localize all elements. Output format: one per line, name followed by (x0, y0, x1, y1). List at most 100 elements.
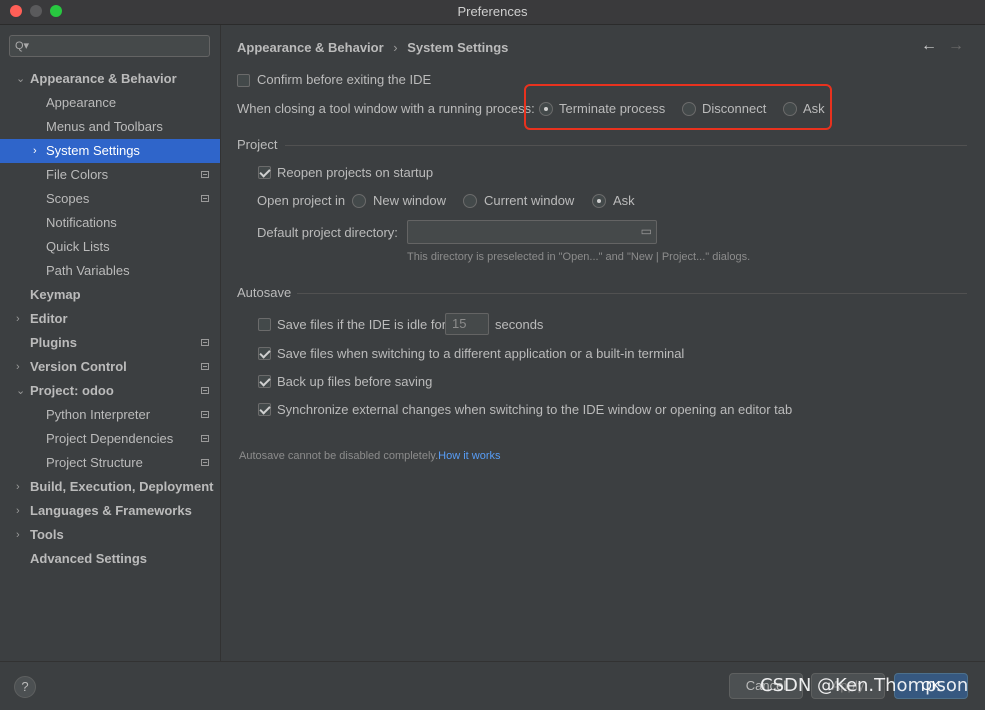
sidebar-item-keymap[interactable]: Keymap (0, 283, 220, 307)
ask-close-label: Ask (803, 101, 825, 116)
folder-icon[interactable]: ▭ (641, 224, 652, 238)
sidebar-item-label: Advanced Settings (30, 551, 148, 566)
sidebar-item-label: Editor (30, 311, 68, 326)
breadcrumb-parent[interactable]: Appearance & Behavior (237, 40, 384, 55)
sidebar-item-label: Tools (30, 527, 64, 542)
ask-close-radio[interactable] (783, 102, 797, 116)
save-switching-label: Save files when switching to a different… (277, 346, 685, 361)
sidebar-item-label: Appearance & Behavior (30, 71, 177, 86)
chevron-right-icon: › (33, 145, 37, 157)
reopen-projects-label: Reopen projects on startup (277, 165, 434, 180)
seconds-label: seconds (495, 317, 544, 332)
backup-files-checkbox[interactable] (258, 375, 271, 388)
confirm-exit-checkbox[interactable] (237, 74, 250, 87)
how-it-works-link[interactable]: How it works (438, 450, 500, 462)
terminate-process-label: Terminate process (559, 101, 666, 116)
sidebar-item-path-variables[interactable]: Path Variables (0, 259, 220, 283)
help-button[interactable]: ? (14, 676, 36, 698)
sidebar-item-file-colors[interactable]: File Colors (0, 163, 220, 187)
chevron-down-icon: ⌄ (16, 73, 26, 85)
search-input[interactable]: Q▾ (9, 35, 210, 57)
project-settings-icon (201, 411, 209, 418)
sidebar-item-label: Project Structure (46, 455, 143, 470)
sidebar-item-label: Build, Execution, Deployment (30, 479, 214, 494)
settings-sidebar: Q▾ ⌄ Appearance & Behavior Appearance Me… (0, 25, 221, 661)
sidebar-item-appearance[interactable]: Appearance (0, 91, 220, 115)
new-window-radio[interactable] (352, 194, 366, 208)
sidebar-item-tools[interactable]: › Tools (0, 523, 220, 547)
sidebar-item-label: Python Interpreter (46, 407, 151, 422)
current-window-label: Current window (484, 193, 575, 208)
reopen-projects-checkbox[interactable] (258, 166, 271, 179)
save-idle-label: Save files if the IDE is idle for (277, 317, 447, 332)
sidebar-item-label: Path Variables (46, 263, 130, 278)
default-directory-label: Default project directory: (257, 225, 398, 240)
watermark-text: CSDN @Ken.Thompson (760, 675, 969, 696)
sync-external-checkbox[interactable] (258, 403, 271, 416)
autosave-note: Autosave cannot be disabled completely.H… (239, 450, 501, 462)
autosave-section-title: Autosave (237, 285, 292, 300)
disconnect-radio[interactable] (682, 102, 696, 116)
section-divider (297, 293, 967, 294)
back-arrow-icon[interactable]: ← (921, 37, 937, 55)
save-idle-checkbox[interactable] (258, 318, 271, 331)
directory-hint: This directory is preselected in "Open..… (407, 251, 751, 263)
sidebar-item-quick-lists[interactable]: Quick Lists (0, 235, 220, 259)
chevron-right-icon: › (16, 361, 20, 373)
project-settings-icon (201, 435, 209, 442)
search-icon: Q▾ (15, 40, 30, 52)
breadcrumb-current: System Settings (407, 40, 509, 55)
chevron-right-icon: › (16, 313, 20, 325)
autosave-note-text: Autosave cannot be disabled completely. (239, 450, 439, 462)
forward-arrow-icon[interactable]: → (948, 37, 964, 55)
sidebar-item-advanced-settings[interactable]: Advanced Settings (0, 547, 220, 571)
default-directory-input[interactable]: ▭ (407, 220, 657, 244)
sidebar-item-project-dependencies[interactable]: Project Dependencies (0, 427, 220, 451)
sidebar-item-system-settings[interactable]: › System Settings (0, 139, 220, 163)
project-settings-icon (201, 195, 209, 202)
ask-open-radio[interactable] (592, 194, 606, 208)
ask-open-label: Ask (613, 193, 635, 208)
project-settings-icon (201, 171, 209, 178)
confirm-exit-label: Confirm before exiting the IDE (257, 72, 432, 87)
sidebar-item-project-structure[interactable]: Project Structure (0, 451, 220, 475)
sidebar-item-label: Plugins (30, 335, 77, 350)
sidebar-item-scopes[interactable]: Scopes (0, 187, 220, 211)
project-section-title: Project (237, 137, 278, 152)
sidebar-item-languages-frameworks[interactable]: › Languages & Frameworks (0, 499, 220, 523)
sidebar-item-label: Menus and Toolbars (46, 119, 163, 134)
sidebar-item-label: Appearance (46, 95, 117, 110)
sidebar-item-notifications[interactable]: Notifications (0, 211, 220, 235)
disconnect-label: Disconnect (702, 101, 767, 116)
chevron-right-icon: › (16, 505, 20, 517)
sidebar-item-label: Quick Lists (46, 239, 110, 254)
window-title: Preferences (457, 4, 528, 19)
sidebar-item-label: System Settings (46, 143, 140, 158)
sidebar-item-label: Version Control (30, 359, 127, 374)
save-switching-checkbox[interactable] (258, 347, 271, 360)
settings-panel: Appearance & Behavior › System Settings … (221, 25, 985, 661)
project-settings-icon (201, 339, 209, 346)
new-window-label: New window (373, 193, 446, 208)
sidebar-item-appearance-behavior[interactable]: ⌄ Appearance & Behavior (0, 67, 220, 91)
sidebar-item-build-execution-deployment[interactable]: › Build, Execution, Deployment (0, 475, 220, 499)
sidebar-item-version-control[interactable]: › Version Control (0, 355, 220, 379)
breadcrumb: Appearance & Behavior › System Settings (237, 40, 508, 55)
current-window-radio[interactable] (463, 194, 477, 208)
sidebar-item-menus-toolbars[interactable]: Menus and Toolbars (0, 115, 220, 139)
sidebar-item-label: Scopes (46, 191, 90, 206)
idle-seconds-input[interactable]: 15 (445, 313, 489, 335)
sidebar-item-label: Notifications (46, 215, 117, 230)
open-project-in-label: Open project in (257, 193, 346, 208)
sidebar-item-label: Project Dependencies (46, 431, 174, 446)
sidebar-item-editor[interactable]: › Editor (0, 307, 220, 331)
sidebar-item-python-interpreter[interactable]: Python Interpreter (0, 403, 220, 427)
chevron-down-icon: ⌄ (16, 385, 26, 397)
sidebar-item-plugins[interactable]: Plugins (0, 331, 220, 355)
backup-files-label: Back up files before saving (277, 374, 433, 389)
sidebar-item-label: Project: odoo (30, 383, 114, 398)
terminate-process-radio[interactable] (539, 102, 553, 116)
sync-external-label: Synchronize external changes when switch… (277, 402, 793, 417)
sidebar-item-project-odoo[interactable]: ⌄ Project: odoo (0, 379, 220, 403)
chevron-right-icon: › (16, 529, 20, 541)
